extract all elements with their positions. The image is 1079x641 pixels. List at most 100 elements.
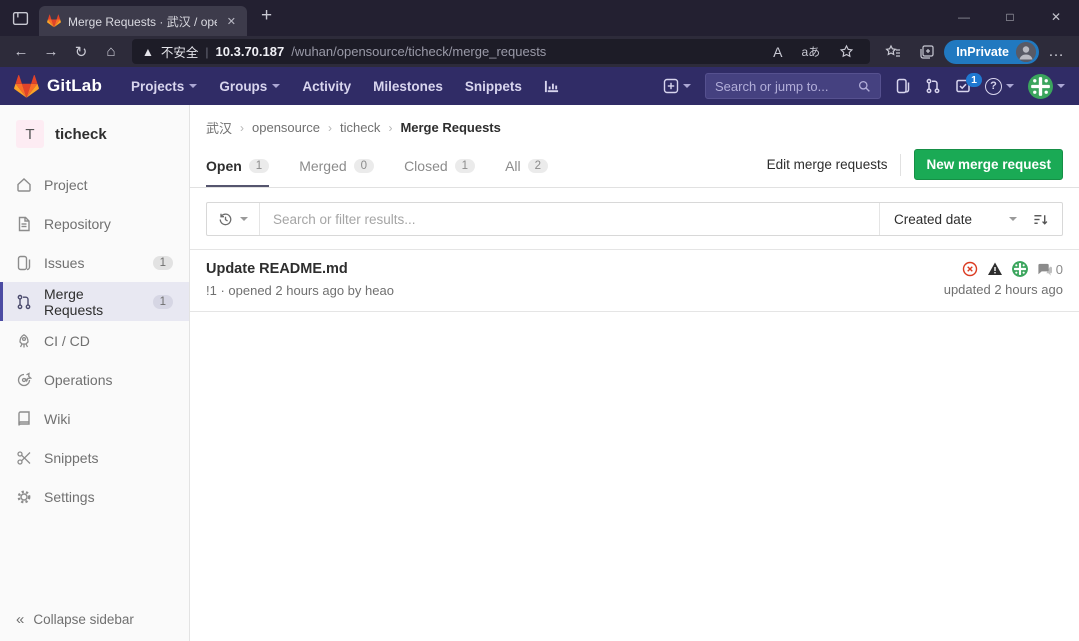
breadcrumb-group[interactable]: 武汉 (206, 118, 232, 137)
browser-addressbar: ← → ↻ ⌂ ▲ 不安全 | 10.3.70.187 /wuhan/opens… (0, 36, 1079, 67)
comments-link[interactable]: 0 (1037, 262, 1063, 277)
nav-projects[interactable]: Projects (131, 79, 197, 94)
merge-request-row[interactable]: Update README.md !1 · opened 2 hours ago… (190, 250, 1079, 312)
new-menu-button[interactable] (663, 78, 691, 94)
breadcrumb-subgroup[interactable]: opensource (252, 120, 320, 135)
refresh-button[interactable]: ↻ (66, 43, 96, 61)
sidebar-item-merge-requests[interactable]: Merge Requests 1 (0, 282, 189, 321)
search-icon (858, 80, 871, 93)
forward-button[interactable]: → (36, 43, 66, 60)
merge-warning-icon[interactable] (987, 261, 1003, 277)
tab-title: Merge Requests · 武汉 / opensc (68, 13, 217, 30)
open-count-badge: 1 (249, 159, 269, 173)
breadcrumb: 武汉 › opensource › ticheck › Merge Reques… (190, 105, 1079, 140)
recent-searches-dropdown[interactable] (207, 203, 260, 235)
mr-state-tabs: Open 1 Merged 0 Closed 1 All 2 Edit merg… (190, 145, 1079, 188)
url-path: /wuhan/opensource/ticheck/merge_requests (291, 44, 760, 59)
close-button[interactable]: ✕ (1033, 0, 1079, 34)
url-field[interactable]: ▲ 不安全 | 10.3.70.187 /wuhan/opensource/ti… (132, 39, 870, 64)
closed-count-badge: 1 (455, 159, 475, 173)
tab-merged[interactable]: Merged 0 (299, 145, 374, 187)
filter-search-input[interactable] (260, 212, 879, 227)
scissors-icon (16, 450, 32, 466)
edit-merge-requests-button[interactable]: Edit merge requests (767, 157, 888, 172)
sidebar-item-ci-cd[interactable]: CI / CD (0, 321, 189, 360)
pipeline-failed-icon[interactable] (962, 261, 978, 277)
url-separator: | (205, 45, 208, 59)
merge-request-list: Update README.md !1 · opened 2 hours ago… (190, 249, 1079, 312)
issues-icon[interactable] (895, 78, 911, 94)
nav-snippets[interactable]: Snippets (465, 79, 522, 94)
nav-milestones[interactable]: Milestones (373, 79, 443, 94)
project-sidebar: T ticheck Project Repository Issues 1 Me… (0, 105, 190, 641)
sidebar-item-project[interactable]: Project (0, 165, 189, 204)
breadcrumb-current: Merge Requests (400, 120, 500, 135)
merge-requests-icon[interactable] (925, 78, 941, 94)
inprivate-badge[interactable]: InPrivate (944, 40, 1039, 64)
assignee-avatar[interactable] (1012, 261, 1028, 277)
user-menu[interactable] (1028, 74, 1065, 99)
nav-groups[interactable]: Groups (219, 79, 280, 94)
sort-dropdown[interactable]: Created date (879, 203, 1031, 235)
translate-icon[interactable]: aあ (796, 43, 827, 60)
todos-icon[interactable]: 1 (955, 78, 971, 94)
chevron-down-icon (683, 84, 691, 92)
sidebar-item-issues[interactable]: Issues 1 (0, 243, 189, 282)
issues-icon (16, 255, 32, 271)
todo-count-badge: 1 (966, 73, 982, 87)
not-secure-label[interactable]: 不安全 (161, 42, 199, 61)
mr-updated-timestamp: updated 2 hours ago (944, 282, 1063, 297)
maximize-button[interactable]: □ (987, 0, 1033, 34)
gitlab-favicon (47, 14, 61, 28)
project-name: ticheck (55, 126, 107, 143)
sidebar-item-snippets[interactable]: Snippets (0, 438, 189, 477)
tab-open[interactable]: Open 1 (206, 145, 269, 187)
nav-activity[interactable]: Activity (302, 79, 351, 94)
mr-count-badge: 1 (153, 295, 173, 309)
browser-titlebar: Merge Requests · 武汉 / opensc ✕ + — □ ✕ (0, 0, 1079, 36)
project-avatar: T (16, 120, 44, 148)
new-tab-button[interactable]: + (261, 5, 272, 27)
help-menu[interactable]: ? (985, 78, 1014, 95)
collections-icon[interactable] (910, 44, 944, 60)
tab-layout-icon[interactable] (12, 10, 29, 27)
operations-icon (16, 372, 32, 388)
collapse-icon: « (16, 611, 24, 628)
tab-close-icon[interactable]: ✕ (224, 15, 239, 28)
browser-menu-icon[interactable]: … (1039, 43, 1073, 61)
profile-avatar (1016, 42, 1036, 62)
browser-tab[interactable]: Merge Requests · 武汉 / opensc ✕ (39, 6, 247, 36)
breadcrumb-project[interactable]: ticheck (340, 120, 380, 135)
rocket-icon (16, 333, 32, 349)
sidebar-item-wiki[interactable]: Wiki (0, 399, 189, 438)
gitlab-logo[interactable] (14, 74, 39, 99)
favorites-star-icon[interactable] (833, 44, 860, 59)
home-button[interactable]: ⌂ (96, 43, 126, 60)
back-button[interactable]: ← (6, 43, 36, 60)
user-avatar (1028, 74, 1053, 99)
chevron-down-icon (1006, 84, 1014, 92)
new-merge-request-button[interactable]: New merge request (914, 149, 1063, 180)
sort-direction-button[interactable] (1031, 212, 1062, 227)
comment-icon (1037, 262, 1052, 277)
global-search[interactable] (705, 73, 881, 99)
history-icon (218, 212, 233, 227)
favorites-bar-icon[interactable] (876, 44, 910, 60)
sidebar-item-repository[interactable]: Repository (0, 204, 189, 243)
comments-count: 0 (1056, 262, 1063, 277)
collapse-sidebar-button[interactable]: « Collapse sidebar (0, 598, 189, 641)
minimize-button[interactable]: — (941, 0, 987, 34)
issues-count-badge: 1 (153, 256, 173, 270)
project-header[interactable]: T ticheck (0, 105, 189, 165)
global-search-input[interactable] (715, 79, 852, 94)
tab-closed[interactable]: Closed 1 (404, 145, 475, 187)
sidebar-item-operations[interactable]: Operations (0, 360, 189, 399)
chart-icon[interactable] (544, 79, 559, 94)
chevron-down-icon (189, 84, 197, 92)
tab-all[interactable]: All 2 (505, 145, 548, 187)
read-aloud-icon[interactable]: A (767, 44, 788, 60)
mr-title-link[interactable]: Update README.md (206, 261, 944, 277)
gitlab-brand[interactable]: GitLab (47, 76, 102, 96)
button-divider (900, 154, 901, 176)
sidebar-item-settings[interactable]: Settings (0, 477, 189, 516)
